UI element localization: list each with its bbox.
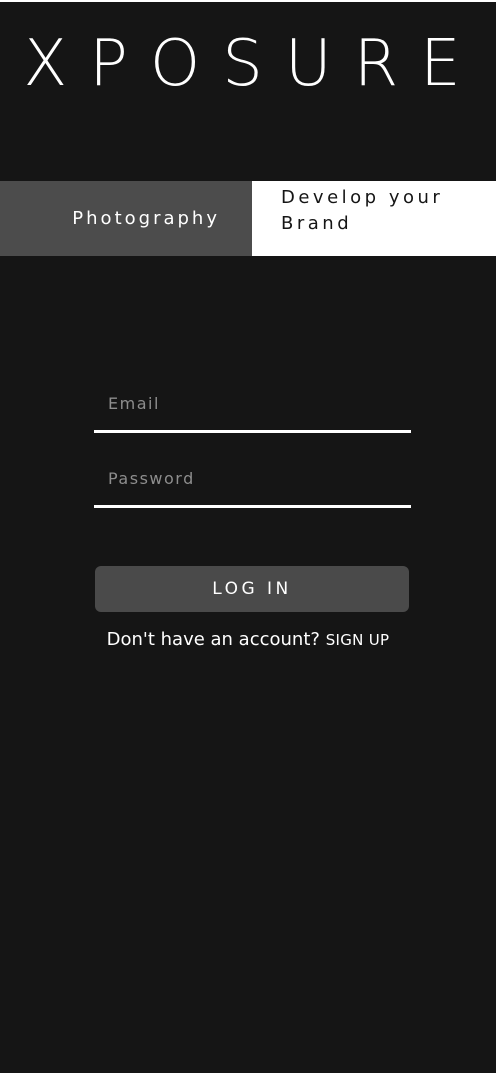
category-tabs: Photography Develop your Brand [0,181,496,256]
signup-prompt-text: Don't have an account? [106,629,320,650]
email-field-wrapper [94,390,411,433]
app-screen: XPOSURE Photography Develop your Brand L… [0,2,496,1073]
tab-brand-label-line1: Develop your [281,187,444,208]
signup-link[interactable]: SIGN UP [326,631,390,649]
tab-develop-your-brand[interactable]: Develop your Brand [252,181,496,256]
tab-brand-label-line2: Brand [281,213,353,234]
email-field[interactable] [94,390,411,433]
app-logo: XPOSURE [23,27,483,101]
login-button[interactable]: LOG IN [95,566,409,612]
tab-photography-label: Photography [72,208,220,229]
tab-photography[interactable]: Photography [0,181,252,256]
password-field[interactable] [94,465,411,508]
signup-prompt-line: Don't have an account? SIGN UP [0,628,496,652]
password-field-wrapper [94,465,411,508]
